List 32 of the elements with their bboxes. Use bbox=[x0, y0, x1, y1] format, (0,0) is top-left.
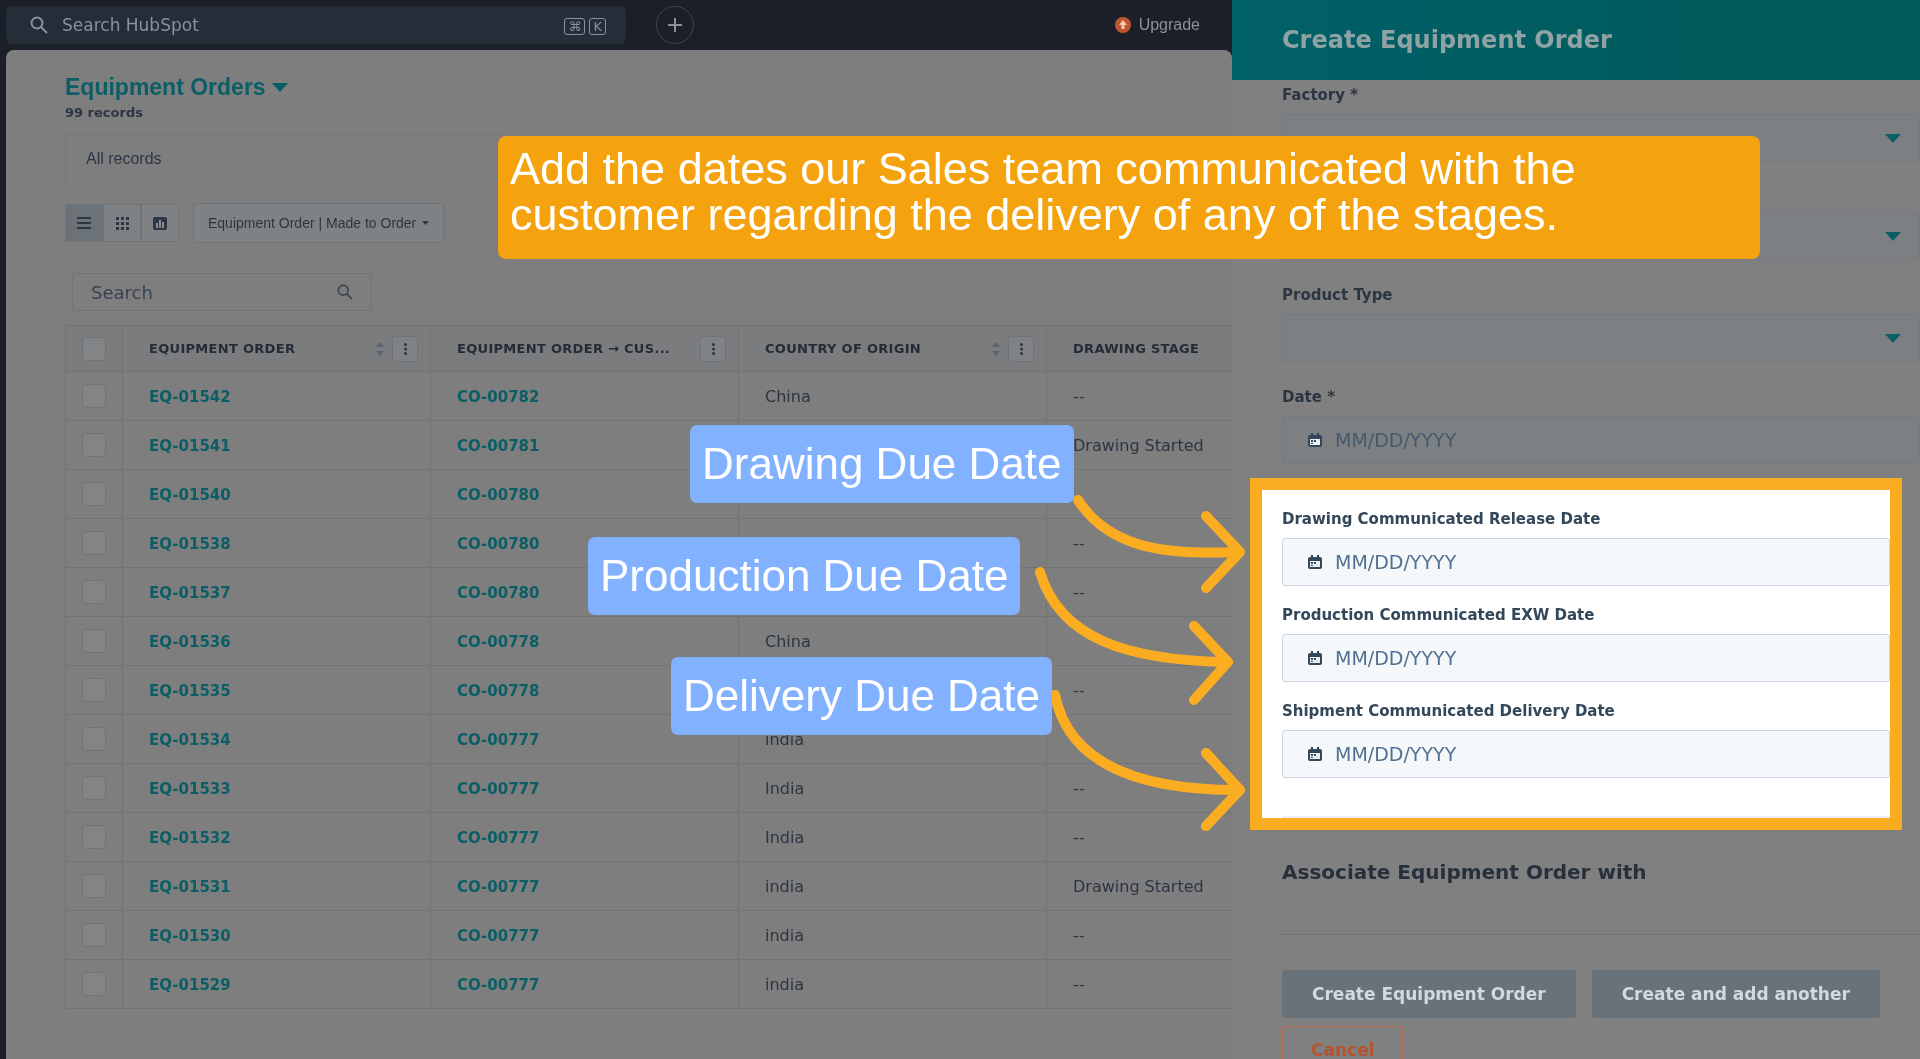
panel-title: Create Equipment Order bbox=[1282, 26, 1612, 54]
field-label: Product Type bbox=[1282, 286, 1394, 304]
table-cell: india bbox=[765, 925, 804, 945]
table-cell: India bbox=[765, 778, 805, 798]
field-label: Date * bbox=[1282, 388, 1336, 406]
table-cell: -- bbox=[1073, 778, 1085, 798]
annotation-label: Delivery Due Date bbox=[671, 657, 1053, 735]
table-cell: Drawing Started bbox=[1073, 435, 1204, 455]
field-label: Shipment Communicated Delivery Date bbox=[1282, 702, 1616, 720]
field-label: Factory * bbox=[1282, 86, 1360, 104]
instruction-tooltip: Add the dates our Sales team communicated with the customer regarding the delivery of any of the stages. bbox=[498, 136, 1760, 259]
table-cell: China bbox=[765, 386, 811, 406]
shortcut-key: ⌘ bbox=[564, 18, 586, 35]
table-cell: -- bbox=[1073, 582, 1085, 602]
table-cell: -- bbox=[1073, 827, 1085, 847]
annotation-label: Drawing Due Date bbox=[690, 425, 1074, 503]
table-cell: india bbox=[765, 974, 804, 994]
table-cell: -- bbox=[1073, 925, 1085, 945]
table-cell: Drawing Started bbox=[1073, 876, 1204, 896]
table-cell: -- bbox=[1073, 974, 1085, 994]
table-cell: -- bbox=[1073, 680, 1085, 700]
annotation-label: Production Due Date bbox=[588, 537, 1021, 615]
table-cell: China bbox=[765, 631, 811, 651]
table-cell: india bbox=[765, 876, 804, 896]
shortcut-key: K bbox=[589, 18, 606, 35]
table-cell: India bbox=[765, 827, 805, 847]
section-heading: Associate Equipment Order with bbox=[1282, 860, 1648, 884]
field-label: Drawing Communicated Release Date bbox=[1282, 510, 1602, 528]
field-label: Production Communicated EXW Date bbox=[1282, 606, 1596, 624]
table-cell: -- bbox=[1073, 533, 1085, 553]
table-cell: -- bbox=[1073, 386, 1085, 406]
record-count: 99 records bbox=[65, 105, 144, 120]
